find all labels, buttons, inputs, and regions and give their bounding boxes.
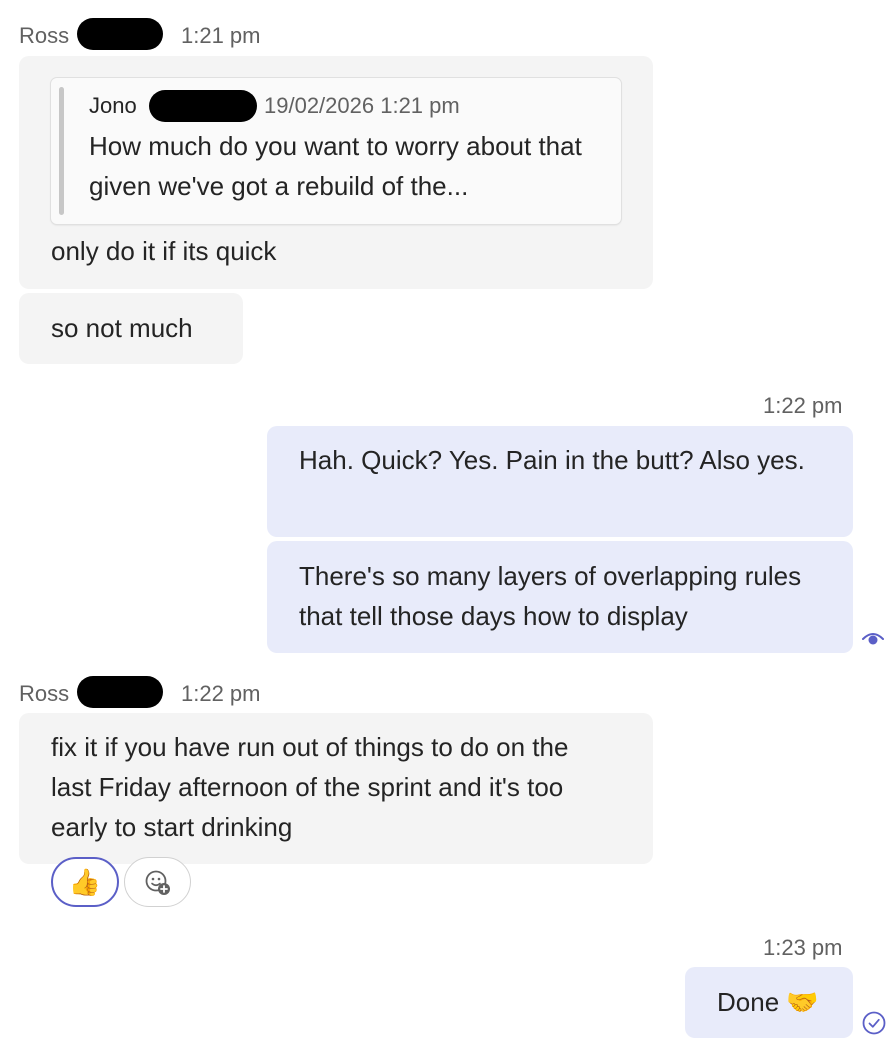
message-bubble[interactable]: Hah. Quick? Yes. Pain in the butt? Also …: [267, 426, 853, 537]
message-text: fix it if you have run out of things to …: [51, 732, 569, 842]
redacted-surname: [77, 18, 163, 50]
message-bubble[interactable]: Jono 19/02/2026 1:21 pm How much do you …: [19, 56, 653, 289]
message-text: Done 🤝: [717, 987, 819, 1017]
thumbs-up-reaction[interactable]: 👍: [51, 857, 119, 907]
message-time: 1:22 pm: [181, 681, 261, 706]
message-bubble[interactable]: Done 🤝: [685, 967, 853, 1038]
message-text: Hah. Quick? Yes. Pain in the butt? Also …: [299, 445, 805, 475]
quoted-message[interactable]: Jono 19/02/2026 1:21 pm How much do you …: [51, 78, 621, 224]
quote-text: How much do you want to worry about that…: [89, 131, 582, 201]
sender-name: Ross: [19, 23, 70, 48]
seen-eye-icon: [861, 626, 885, 650]
thumbs-up-emoji: 👍: [68, 867, 102, 897]
message-text: There's so many layers of overlapping ru…: [299, 561, 802, 631]
message-time: 1:21 pm: [181, 23, 261, 48]
quote-author: Jono: [89, 93, 137, 118]
quote-bar: [59, 87, 64, 215]
redacted-surname: [149, 90, 257, 122]
sender-name: Ross: [19, 681, 70, 706]
sent-check-icon: [861, 1010, 887, 1036]
add-reaction-icon: [144, 869, 172, 897]
message-time: 1:23 pm: [763, 935, 843, 960]
message-bubble[interactable]: so not much: [19, 293, 243, 364]
message-time: 1:22 pm: [763, 393, 843, 418]
redacted-surname: [77, 676, 163, 708]
add-reaction-button[interactable]: [124, 857, 191, 907]
quote-time: 19/02/2026 1:21 pm: [264, 93, 460, 118]
message-text: only do it if its quick: [51, 236, 277, 266]
message-bubble[interactable]: There's so many layers of overlapping ru…: [267, 541, 853, 653]
message-text: so not much: [51, 313, 193, 343]
message-bubble[interactable]: fix it if you have run out of things to …: [19, 713, 653, 864]
